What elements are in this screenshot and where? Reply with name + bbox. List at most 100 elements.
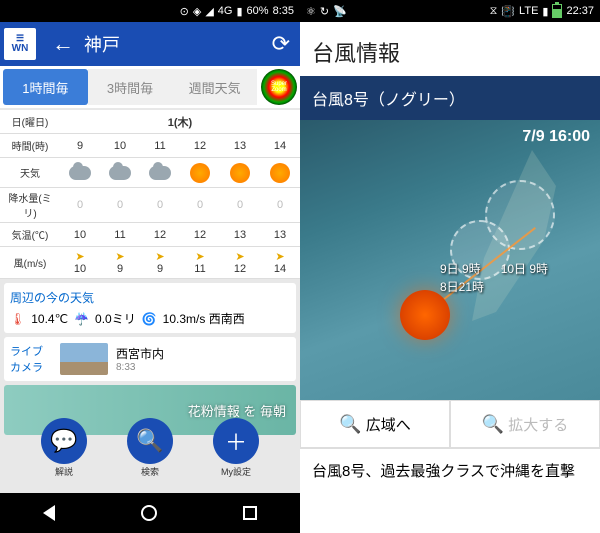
hamburger-icon: ☰ <box>16 34 24 43</box>
live-camera-place: 西宮市内 <box>116 345 164 362</box>
table-cell: 10 <box>100 138 140 154</box>
precip-row: 降水量(ミリ) 000000 <box>0 188 300 223</box>
logo-text: WN <box>12 44 29 54</box>
cloud-icon <box>69 166 91 180</box>
table-cell: 0 <box>260 197 300 213</box>
live-camera-card[interactable]: ライブカメラ 西宮市内 8:33 <box>4 337 296 381</box>
battery-percent: 60% <box>247 5 269 17</box>
clock: 22:37 <box>566 5 594 17</box>
map-label-3: 8日21時 <box>440 278 484 295</box>
table-cell: 0 <box>60 197 100 213</box>
table-cell: 9 <box>60 138 100 154</box>
sun-icon <box>270 163 290 183</box>
android-home-button[interactable] <box>141 505 157 521</box>
tower-icon: 📡 <box>333 5 347 18</box>
atom-icon: ⚛ <box>306 5 316 18</box>
back-button[interactable]: ← <box>52 31 74 57</box>
magnifier-plus-icon: 🔍 <box>482 414 504 435</box>
zoom-in-button[interactable]: 🔍 拡大する <box>450 400 600 448</box>
android-recent-button[interactable] <box>243 506 257 520</box>
table-cell: 0 <box>180 197 220 213</box>
live-camera-label: ライブカメラ <box>10 343 52 375</box>
weather-row: 天気 <box>0 158 300 188</box>
table-cell: 13 <box>260 227 300 243</box>
table-cell: ➤9 <box>140 248 180 277</box>
table-cell: ➤14 <box>260 248 300 277</box>
search-icon: 🔍 <box>136 428 163 454</box>
network-label: 4G <box>218 5 233 17</box>
sync-icon: ↻ <box>320 5 329 18</box>
tab-hourly[interactable]: 1時間毎 <box>3 69 88 105</box>
location-icon: ⊙ <box>180 5 189 18</box>
temp-row: 気温(℃) 101112121313 <box>0 223 300 247</box>
forecast-tabs: 1時間毎 3時間毎 週間天気 SuperZoom <box>0 66 300 108</box>
nav-settings-button[interactable]: ＋My設定 <box>213 418 259 464</box>
hour-row: 時間(時) 91011121314 <box>0 134 300 158</box>
menu-button[interactable]: ☰ WN <box>4 28 36 60</box>
chat-icon: 💬 <box>50 428 77 454</box>
wind-arrow-icon: ➤ <box>195 250 204 263</box>
wind-arrow-icon: ➤ <box>235 250 244 263</box>
map-label-1: 9日 9時10日 9時 <box>440 260 548 277</box>
plus-icon: ＋ <box>225 425 247 457</box>
around-rain: 0.0ミリ <box>95 310 136 327</box>
table-cell: 0 <box>140 197 180 213</box>
table-cell <box>260 161 300 185</box>
table-cell: ➤10 <box>60 248 100 277</box>
around-weather-card[interactable]: 周辺の今の天気 🌡10.4℃ ☔0.0ミリ 🌀10.3m/s 西南西 <box>4 283 296 333</box>
superzoom-button[interactable]: SuperZoom <box>261 69 297 105</box>
cloud-icon <box>149 166 171 180</box>
table-cell <box>220 161 260 185</box>
wifi-icon: ◈ <box>193 5 201 18</box>
table-cell: 0 <box>100 197 140 213</box>
live-camera-thumbnail <box>60 343 108 375</box>
cloud-icon <box>109 166 131 180</box>
reload-button[interactable]: ⟳ <box>272 31 290 57</box>
table-cell: 12 <box>140 227 180 243</box>
table-cell: 12 <box>180 138 220 154</box>
status-bar-left: ⊙ ◈ ◢ 4G ▮ 60% 8:35 <box>0 0 300 22</box>
typhoon-center-icon <box>400 290 450 340</box>
forecast-table: 日(曜日) 1(木) 時間(時) 91011121314 天気 降水量(ミリ) … <box>0 110 300 279</box>
signal-icon: ▮ <box>542 5 548 18</box>
battery-icon <box>552 4 562 18</box>
news-headline[interactable]: 台風8号、過去最強クラスで沖縄を直撃 <box>300 448 600 494</box>
around-wind: 10.3m/s 西南西 <box>163 310 245 327</box>
table-cell: 13 <box>220 138 260 154</box>
wind-arrow-icon: ➤ <box>275 250 284 263</box>
table-cell: ➤9 <box>100 248 140 277</box>
bottom-nav: 💬解説 🔍検索 ＋My設定 <box>0 415 300 467</box>
nav-search-button[interactable]: 🔍検索 <box>127 418 173 464</box>
signal-icon: ◢ <box>205 5 213 18</box>
table-cell: 10 <box>60 227 100 243</box>
wind-icon: 🌀 <box>142 312 157 326</box>
wind-row: 風(m/s) ➤10➤9➤9➤11➤12➤14 <box>0 247 300 279</box>
nav-explanation-button[interactable]: 💬解説 <box>41 418 87 464</box>
magnifier-minus-icon: 🔍 <box>339 414 361 435</box>
table-cell <box>140 161 180 185</box>
tab-3hourly[interactable]: 3時間毎 <box>88 69 173 105</box>
page-title: 台風情報 <box>300 22 600 76</box>
table-cell: 14 <box>260 138 300 154</box>
lte-label: LTE <box>519 5 538 17</box>
typhoon-map[interactable]: 7/9 16:00 9日 9時10日 9時 8日21時 <box>300 120 600 400</box>
zoom-out-button[interactable]: 🔍 広域へ <box>300 400 450 448</box>
wind-arrow-icon: ➤ <box>155 250 164 263</box>
bluetooth-icon: ⧖ <box>490 5 498 18</box>
live-camera-time: 8:33 <box>116 362 164 373</box>
android-nav-bar <box>0 493 300 533</box>
date-value: 1(木) <box>60 112 300 132</box>
table-cell <box>100 161 140 185</box>
wind-arrow-icon: ➤ <box>75 250 84 263</box>
typhoon-name-bar: 台風8号（ノグリー） <box>300 76 600 120</box>
table-cell: ➤11 <box>180 248 220 277</box>
table-cell: 11 <box>140 138 180 154</box>
table-cell <box>180 161 220 185</box>
android-back-button[interactable] <box>43 505 55 521</box>
tab-weekly[interactable]: 週間天気 <box>172 69 257 105</box>
rain-icon: ☔ <box>74 312 89 326</box>
map-timestamp: 7/9 16:00 <box>522 128 590 146</box>
clock: 8:35 <box>273 5 294 17</box>
sun-icon <box>190 163 210 183</box>
around-title: 周辺の今の天気 <box>10 289 290 306</box>
